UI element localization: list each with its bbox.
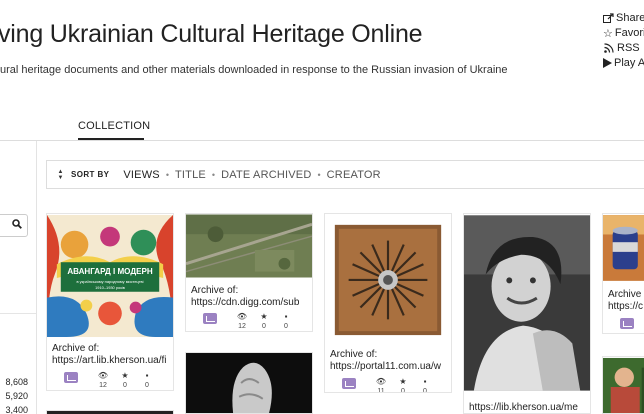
collection-item-card[interactable]: [602, 356, 644, 414]
item-stats: [620, 317, 644, 329]
rss-icon: [603, 43, 615, 53]
thumbnail-text: АВАНГАРД І МОДЕРН: [67, 267, 152, 276]
sort-bar: ▲ ▼ SORT BY VIEWS • TITLE • DATE ARCHIVED…: [46, 160, 644, 189]
sort-arrows-icon[interactable]: ▲ ▼: [56, 169, 65, 181]
item-url[interactable]: https://portal11.com.ua/w: [330, 361, 441, 373]
favorite-label: Favorit: [614, 27, 644, 39]
rss-label: RSS: [617, 42, 640, 54]
sidebar-rule: [0, 313, 36, 314]
share-action[interactable]: Share: [603, 11, 644, 25]
item-stats: 👁 12 ★ 0 ▪ 0: [64, 371, 158, 390]
views-stat: 👁 11: [375, 377, 387, 393]
play-label: Play A: [614, 57, 644, 69]
search-icon: [12, 219, 22, 229]
item-caption: Archive o: [608, 289, 644, 300]
tab-collection[interactable]: COLLECTION: [78, 120, 150, 132]
item-caption: Archive of:: [52, 343, 100, 354]
comment-icon: ▪: [284, 312, 288, 321]
favorites-stat[interactable]: ★ 0: [114, 371, 136, 390]
star-outline-icon: ☆: [603, 27, 613, 40]
eye-icon: 👁: [236, 312, 248, 321]
share-icon: [603, 13, 614, 23]
star-icon: ★: [260, 312, 268, 321]
collection-item-card[interactable]: АВАНГАРД І МОДЕРН в українському народно…: [46, 213, 174, 391]
eye-icon: 👁: [375, 377, 387, 386]
collection-item-card[interactable]: Archive of: https://portal11.com.ua/w 👁 1…: [324, 213, 452, 393]
collection-item-card[interactable]: [46, 410, 174, 414]
item-caption: Archive of:: [191, 285, 239, 296]
image-type-icon: [64, 372, 78, 383]
image-type-icon: [620, 318, 634, 329]
page-subtitle: ural heritage documents and other materi…: [0, 64, 508, 76]
sort-option-creator[interactable]: CREATOR: [327, 169, 381, 181]
item-url[interactable]: https://c: [608, 301, 643, 313]
sort-separator: •: [211, 169, 216, 180]
sort-separator: •: [165, 169, 169, 180]
item-url[interactable]: https://art.lib.kherson.ua/fi: [52, 355, 167, 367]
rss-action[interactable]: RSS: [603, 41, 644, 55]
item-thumbnail[interactable]: [603, 357, 644, 414]
facet-count: 3,400: [5, 405, 28, 414]
item-caption: Archive of:: [330, 349, 378, 360]
tab-divider: [0, 140, 644, 141]
item-url[interactable]: https://cdn.digg.com/sub: [191, 297, 299, 309]
sort-option-date-archived[interactable]: DATE ARCHIVED: [221, 169, 311, 181]
favorites-stat[interactable]: ★ 0: [392, 377, 414, 392]
action-list: Share ☆ Favorit RSS Play A: [603, 11, 644, 71]
comment-icon: ▪: [145, 371, 149, 380]
thumbnail-text: в українському народному мистецтві: [76, 279, 143, 284]
sort-option-title[interactable]: TITLE: [175, 169, 206, 181]
item-thumbnail[interactable]: [186, 214, 312, 278]
comments-stat[interactable]: ▪ 0: [414, 377, 436, 392]
comments-stat[interactable]: ▪ 0: [275, 312, 297, 331]
thumbnail-text: 1910–1930 років: [95, 285, 125, 290]
favorites-stat[interactable]: ★ 0: [253, 312, 275, 331]
share-label: Share: [616, 12, 644, 24]
collection-item-card[interactable]: Archive of: https://cdn.digg.com/sub 👁 12…: [185, 213, 313, 332]
favorite-action[interactable]: ☆ Favorit: [603, 26, 644, 40]
facet-count: 8,608: [5, 377, 28, 387]
item-thumbnail[interactable]: [603, 214, 644, 282]
star-icon: ★: [399, 377, 407, 386]
item-thumbnail[interactable]: АВАНГАРД І МОДЕРН в українському народно…: [47, 214, 173, 338]
item-thumbnail[interactable]: [186, 353, 312, 414]
sort-separator: •: [317, 169, 321, 180]
eye-icon: 👁: [97, 371, 109, 380]
star-icon: ★: [121, 371, 129, 380]
item-stats: 👁 11 ★ 0 ▪ 0: [342, 377, 436, 393]
image-type-icon: [342, 378, 356, 389]
page-title: ving Ukrainian Cultural Heritage Online: [0, 20, 423, 48]
views-stat: 👁 12: [236, 312, 248, 330]
image-type-icon: [203, 313, 217, 324]
item-thumbnail[interactable]: [325, 214, 451, 342]
comments-stat[interactable]: ▪ 0: [136, 371, 158, 390]
views-stat: 👁 12: [97, 371, 109, 389]
item-thumbnail[interactable]: [464, 214, 590, 392]
facet-count: 5,920: [5, 391, 28, 401]
collection-item-card[interactable]: Archive o https://c: [602, 213, 644, 334]
comment-icon: ▪: [423, 377, 427, 386]
sort-by-label: SORT BY: [71, 170, 110, 179]
collection-item-card[interactable]: [185, 352, 313, 414]
play-icon: [603, 58, 612, 68]
play-action[interactable]: Play A: [603, 56, 644, 70]
item-url[interactable]: https://lib.kherson.ua/me: [469, 402, 578, 413]
sort-option-views[interactable]: VIEWS: [123, 169, 159, 181]
collection-item-card[interactable]: https://lib.kherson.ua/me: [463, 213, 591, 414]
sidebar-divider: [36, 141, 37, 414]
item-stats: 👁 12 ★ 0 ▪ 0: [203, 312, 297, 331]
